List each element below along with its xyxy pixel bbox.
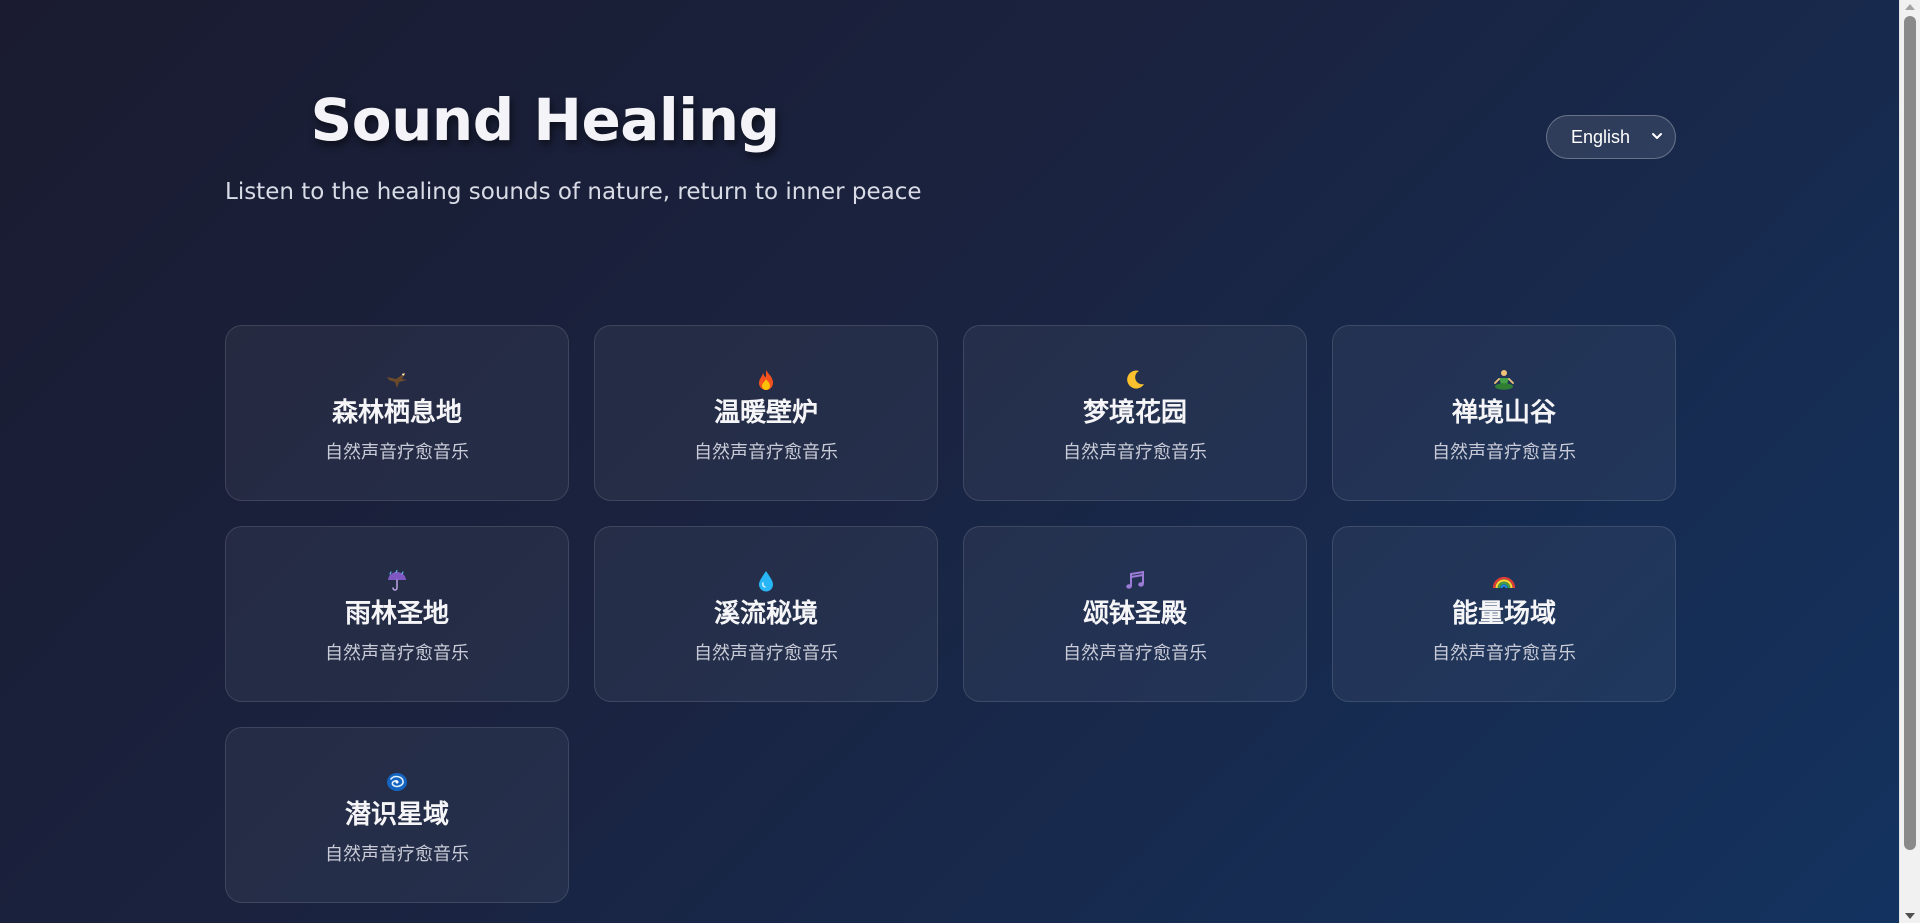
chevron-down-icon [1652,133,1662,139]
title-block: Sound Healing Listen to the healing soun… [225,80,922,208]
sound-card-rainforest-sanctuary[interactable]: 雨林圣地 自然声音疗愈音乐 [225,526,569,702]
sound-card-warm-fireplace[interactable]: 温暖壁炉 自然声音疗愈音乐 [594,325,938,501]
fire-icon [759,370,773,390]
language-select-value: English [1571,126,1631,147]
card-description: 自然声音疗愈音乐 [325,643,469,664]
crescent-moon-icon [1127,370,1144,389]
sound-card-singing-bowl-temple[interactable]: 颂钵圣殿 自然声音疗愈音乐 [963,526,1307,702]
umbrella-rain-icon [388,569,406,591]
card-description: 自然声音疗愈音乐 [694,442,838,463]
scroll-down-arrow-icon[interactable] [1905,913,1915,919]
sound-card-grid: 森林栖息地 自然声音疗愈音乐 温暖壁炉 自然声音疗愈音乐 梦境花园 自然声音疗愈… [225,325,1676,903]
card-title: 颂钵圣殿 [1082,599,1187,629]
droplet-icon [759,571,773,592]
page: Sound Healing Listen to the healing soun… [0,0,1900,923]
galaxy-icon [387,773,407,791]
card-title: 雨林圣地 [344,599,449,629]
vertical-scrollbar[interactable] [1899,0,1920,923]
card-description: 自然声音疗愈音乐 [694,643,838,664]
meditation-icon [1494,370,1514,390]
sound-card-stream-secret[interactable]: 溪流秘境 自然声音疗愈音乐 [594,526,938,702]
music-notes-icon [1126,570,1144,589]
sound-card-dream-garden[interactable]: 梦境花园 自然声音疗愈音乐 [963,325,1307,501]
scroll-up-arrow-icon[interactable] [1905,4,1915,10]
card-description: 自然声音疗愈音乐 [1432,442,1576,463]
card-description: 自然声音疗愈音乐 [325,844,469,865]
card-description: 自然声音疗愈音乐 [1432,643,1576,664]
card-description: 自然声音疗愈音乐 [1063,442,1207,463]
rainbow-icon [1492,576,1516,589]
sound-card-subconscious-star-field[interactable]: 潜识星域 自然声音疗愈音乐 [225,727,569,903]
header: Sound Healing Listen to the healing soun… [225,80,1676,230]
sound-card-energy-field[interactable]: 能量场域 自然声音疗愈音乐 [1332,526,1676,702]
sound-card-forest-habitat[interactable]: 森林栖息地 自然声音疗愈音乐 [225,325,569,501]
card-description: 自然声音疗愈音乐 [1063,643,1207,664]
scrollbar-thumb[interactable] [1904,16,1916,850]
card-description: 自然声音疗愈音乐 [325,442,469,463]
card-title: 森林栖息地 [331,398,462,428]
card-title: 梦境花园 [1082,398,1187,428]
eagle-icon [387,373,407,388]
card-title: 潜识星域 [344,800,449,830]
sound-card-zen-valley[interactable]: 禅境山谷 自然声音疗愈音乐 [1332,325,1676,501]
card-title: 能量场域 [1451,599,1556,629]
page-title: Sound Healing [310,86,781,154]
page-subtitle: Listen to the healing sounds of nature, … [225,179,922,205]
card-title: 溪流秘境 [713,599,818,629]
card-title: 温暖壁炉 [713,398,818,428]
card-title: 禅境山谷 [1451,398,1556,428]
language-select[interactable]: English [1546,115,1676,159]
